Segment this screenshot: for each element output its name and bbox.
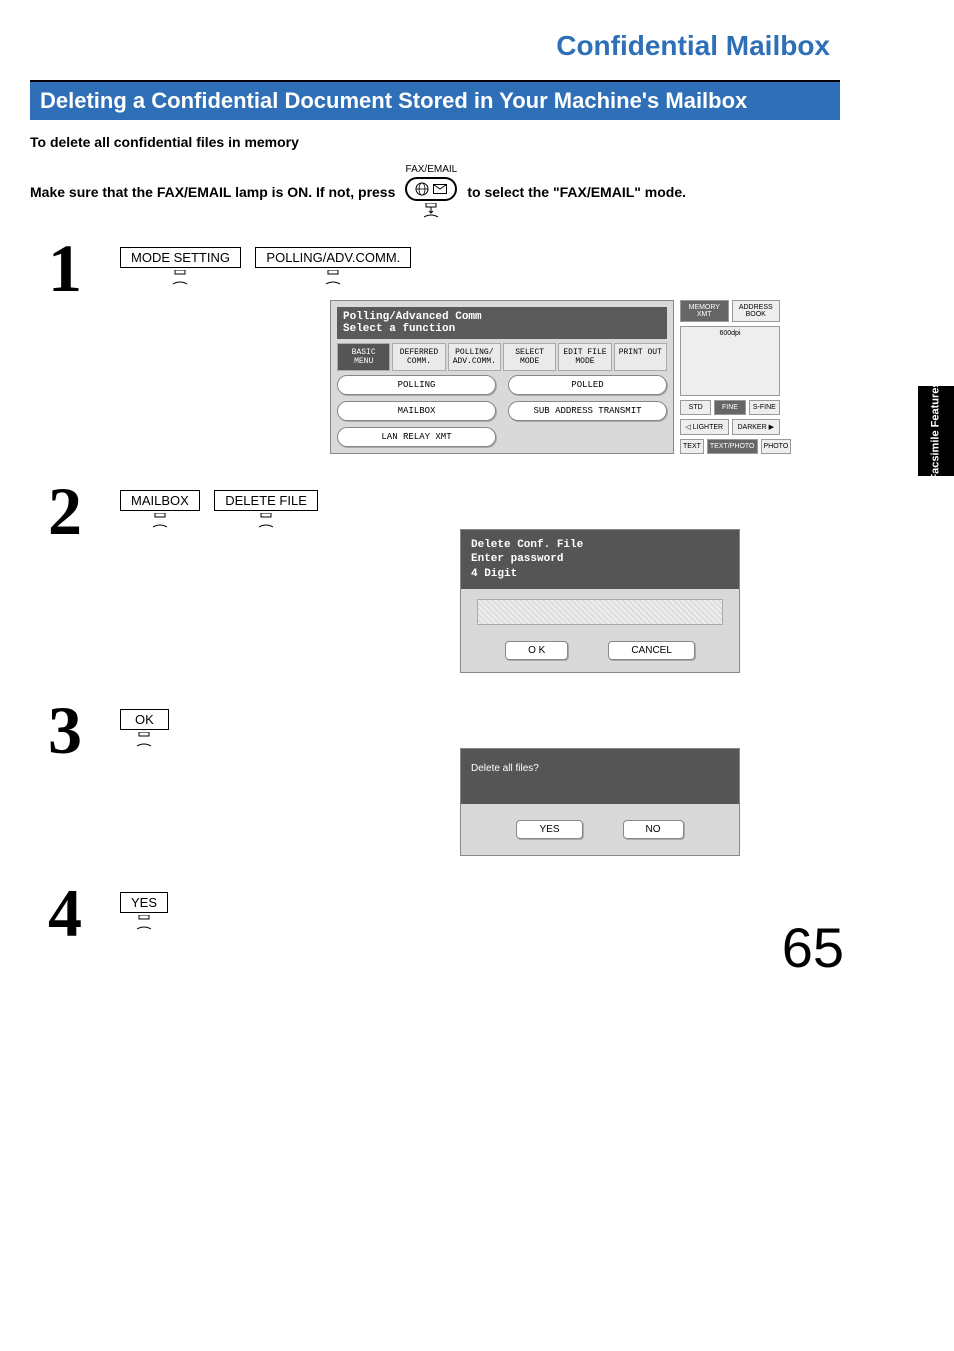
func-polled[interactable]: POLLED xyxy=(508,375,667,395)
mode-setting-button[interactable]: MODE SETTING xyxy=(120,247,241,286)
tab-basic-menu[interactable]: BASIC MENU xyxy=(337,343,390,371)
intro-instruction: Make sure that the FAX/EMAIL lamp is ON.… xyxy=(30,164,840,219)
step-3-number: 3 xyxy=(30,703,100,757)
side-lighter[interactable]: ◁ LIGHTER xyxy=(680,419,729,435)
screen2-line2: Enter password xyxy=(471,552,729,566)
side-address-book[interactable]: ADDRESS BOOK xyxy=(732,300,781,322)
dialog-yes-button[interactable]: YES xyxy=(516,820,582,839)
dialog-cancel-button[interactable]: CANCEL xyxy=(608,641,695,660)
side-darker[interactable]: DARKER ▶ xyxy=(732,419,781,435)
tab-polling-adv[interactable]: POLLING/ ADV.COMM. xyxy=(448,343,501,371)
step-1-number: 1 xyxy=(30,241,100,295)
press-icon xyxy=(322,270,344,286)
subheader-text: Deleting a Confidential Document Stored … xyxy=(30,82,840,120)
screen2-line3: 4 Digit xyxy=(471,567,729,581)
fax-email-label: FAX/EMAIL xyxy=(406,164,458,175)
yes-button[interactable]: YES xyxy=(120,892,168,931)
side-sfine[interactable]: S-FINE xyxy=(749,400,780,415)
side-tab: Facsimile Features xyxy=(918,386,954,476)
polling-advcomm-label: POLLING/ADV.COMM. xyxy=(255,247,411,268)
press-icon xyxy=(133,915,155,931)
screen1-title1: Polling/Advanced Comm xyxy=(343,311,661,323)
globe-icon xyxy=(415,182,429,196)
screen-delete-conf: Delete Conf. File Enter password 4 Digit… xyxy=(460,529,740,673)
screen-delete-confirm: Delete all files? YES NO xyxy=(460,748,740,856)
dialog-ok-button[interactable]: O K xyxy=(505,641,568,660)
press-icon xyxy=(133,732,155,748)
tab-select-mode[interactable]: SELECT MODE xyxy=(503,343,556,371)
screen1-title2: Select a function xyxy=(343,323,661,335)
mailbox-label: MAILBOX xyxy=(120,490,200,511)
envelope-icon xyxy=(433,184,447,194)
side-text[interactable]: TEXT xyxy=(680,439,704,454)
fax-email-button-graphic: FAX/EMAIL xyxy=(405,164,457,219)
dialog-no-button[interactable]: NO xyxy=(623,820,684,839)
ok-button[interactable]: OK xyxy=(120,709,169,748)
mode-setting-label: MODE SETTING xyxy=(120,247,241,268)
func-sub-address[interactable]: SUB ADDRESS TRANSMIT xyxy=(508,401,667,421)
press-icon xyxy=(255,513,277,529)
intro-post: to select the "FAX/EMAIL" mode. xyxy=(467,184,686,200)
yes-label: YES xyxy=(120,892,168,913)
func-mailbox[interactable]: MAILBOX xyxy=(337,401,496,421)
screen-polling-adv: Polling/Advanced Comm Select a function … xyxy=(330,300,780,454)
password-input[interactable] xyxy=(477,599,723,625)
side-fine[interactable]: FINE xyxy=(714,400,745,415)
polling-advcomm-button[interactable]: POLLING/ADV.COMM. xyxy=(255,247,411,286)
side-text-photo[interactable]: TEXT/PHOTO xyxy=(707,439,758,454)
side-std[interactable]: STD xyxy=(680,400,711,415)
side-photo[interactable]: PHOTO xyxy=(761,439,792,454)
press-icon xyxy=(149,513,171,529)
press-icon xyxy=(169,270,191,286)
ok-label: OK xyxy=(120,709,169,730)
page-number: 65 xyxy=(782,915,844,980)
delete-file-label: DELETE FILE xyxy=(214,490,318,511)
tab-print-out[interactable]: PRINT OUT xyxy=(614,343,667,371)
tab-edit-file[interactable]: EDIT FILE MODE xyxy=(558,343,611,371)
mailbox-button[interactable]: MAILBOX xyxy=(120,490,200,529)
side-600dpi[interactable]: 600dpi xyxy=(680,326,780,396)
delete-file-button[interactable]: DELETE FILE xyxy=(214,490,318,529)
func-polling[interactable]: POLLING xyxy=(337,375,496,395)
section-title: Confidential Mailbox xyxy=(30,30,830,62)
intro-pre: Make sure that the FAX/EMAIL lamp is ON.… xyxy=(30,184,395,200)
tab-deferred-comm[interactable]: DEFERRED COMM. xyxy=(392,343,445,371)
step-4-number: 4 xyxy=(30,886,100,940)
press-icon xyxy=(420,203,442,219)
intro-heading: To delete all confidential files in memo… xyxy=(30,134,840,150)
step-2-number: 2 xyxy=(30,484,100,538)
func-lan-relay[interactable]: LAN RELAY XMT xyxy=(337,427,496,447)
screen3-prompt: Delete all files? xyxy=(471,763,729,774)
screen2-line1: Delete Conf. File xyxy=(471,538,729,552)
side-memory-xmt[interactable]: MEMORY XMT xyxy=(680,300,729,322)
side-tab-label: Facsimile Features xyxy=(930,381,942,480)
subheader-bar: Deleting a Confidential Document Stored … xyxy=(30,80,840,120)
